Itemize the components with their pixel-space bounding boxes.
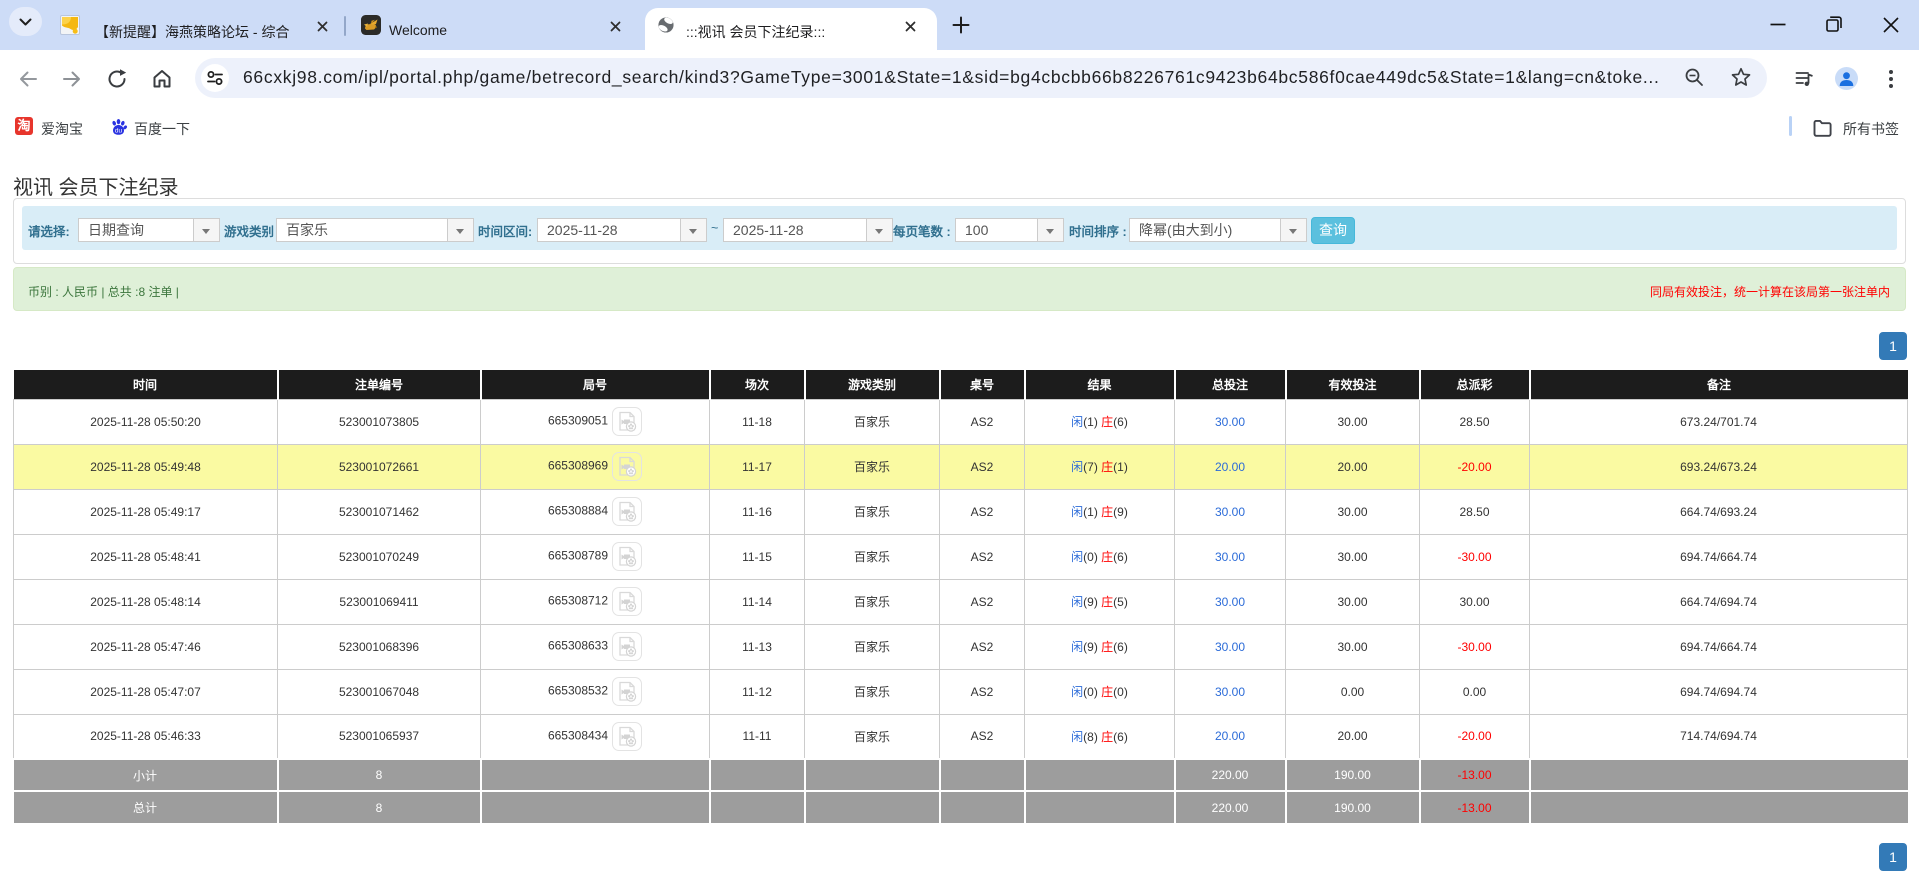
svg-text:du: du bbox=[115, 128, 123, 135]
